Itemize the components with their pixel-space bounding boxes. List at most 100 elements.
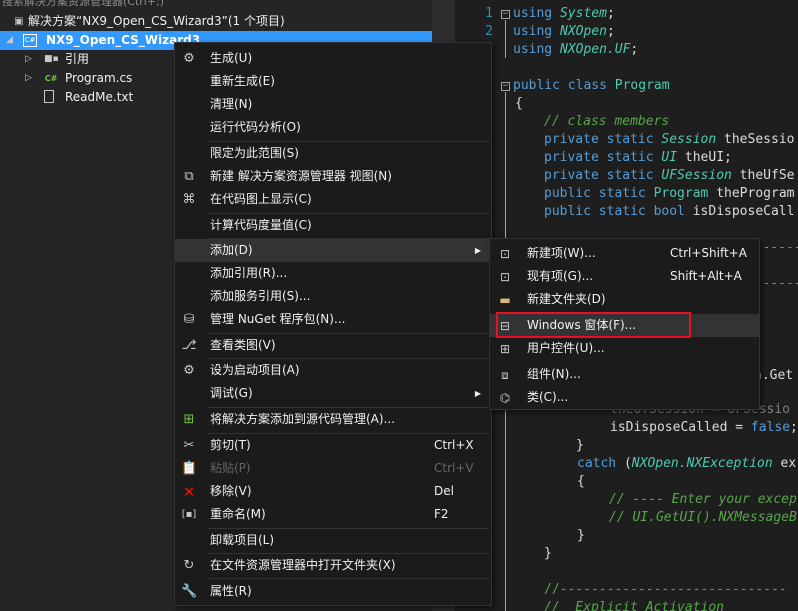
- menu-item-properties[interactable]: 🔧 属性(R): [175, 580, 491, 603]
- submenu-item-label: 现有项(G)...: [527, 269, 594, 283]
- rename-icon: [▪]: [181, 509, 197, 520]
- menu-item-manage-nuget[interactable]: ⛁ 管理 NuGet 程序包(N)...: [175, 308, 491, 331]
- code-line-comment: // Explicit Activation: [544, 600, 725, 611]
- cut-icon: ✂: [183, 438, 195, 453]
- menu-item-add-to-source-control[interactable]: ⊞ 将解决方案添加到源代码管理(A)...: [175, 408, 491, 431]
- menu-item-remove[interactable]: ✕ 移除(V) Del: [175, 480, 491, 503]
- fold-toggle-icon[interactable]: −: [501, 10, 510, 19]
- menu-item-label: 调试(G): [210, 386, 253, 400]
- menu-item-label: 计算代码度量值(C): [210, 218, 312, 232]
- tree-solution-row[interactable]: ▣ 解决方案“NX9_Open_CS_Wizard3”(1 个项目): [0, 12, 432, 31]
- menu-item-add[interactable]: 添加(D) ▶: [175, 239, 491, 262]
- menu-item-label: 查看类图(V): [210, 338, 276, 352]
- highlight-box: [496, 312, 691, 338]
- tree-item-label: 引用: [65, 52, 90, 66]
- code-line-2: using NXOpen;: [513, 24, 615, 39]
- menu-item-debug[interactable]: 调试(G) ▶: [175, 382, 491, 405]
- menu-item-paste[interactable]: 📋 粘贴(P) Ctrl+V: [175, 457, 491, 480]
- code-line-comment: // UI.GetUI().NXMessageB: [609, 510, 797, 525]
- menu-item-add-reference[interactable]: 添加引用(R)...: [175, 262, 491, 285]
- submenu-item-label: 类(C)...: [527, 390, 569, 404]
- tree-item-program-cs[interactable]: ▷ C# Program.cs: [0, 69, 174, 88]
- menu-item-unload-project[interactable]: 卸载项目(L): [175, 529, 491, 552]
- menu-item-new-view[interactable]: ⧉ 新建 解决方案资源管理器 视图(N): [175, 165, 491, 188]
- menu-item-clean[interactable]: 清理(N): [175, 93, 491, 116]
- code-line-3: using NXOpen.UF;: [513, 42, 639, 57]
- menu-item-label: 添加引用(R)...: [210, 266, 288, 280]
- code-line-dispose: isDisposeCalled = false;: [610, 420, 798, 435]
- nuget-icon: ⛁: [183, 312, 195, 327]
- build-icon: ⚙: [183, 51, 195, 66]
- menu-item-scope-to-this[interactable]: 限定为此范围(S): [175, 142, 491, 165]
- code-line-1: using System;: [513, 6, 615, 21]
- solution-label: 解决方案“NX9_Open_CS_Wizard3”(1 个项目): [28, 14, 285, 28]
- code-line-brace: {: [577, 474, 585, 489]
- menu-item-view-class-diagram[interactable]: ⎇ 查看类图(V): [175, 334, 491, 357]
- code-line-class: public class Program: [513, 78, 670, 93]
- submenu-item-shortcut: Ctrl+Shift+A: [670, 246, 747, 260]
- menu-item-label: 重命名(M): [210, 507, 266, 521]
- menu-item-label: 运行代码分析(O): [210, 120, 301, 134]
- submenu-item-class[interactable]: ⌬ 类(C)...: [490, 386, 759, 409]
- code-line-member: private static Session theSessio: [544, 132, 795, 147]
- line-number: 2: [485, 24, 493, 39]
- submenu-arrow-icon: ▶: [474, 389, 481, 398]
- expanded-arrow-icon[interactable]: ◢: [6, 31, 13, 50]
- submenu-item-new-item[interactable]: ⊡ 新建项(W)... Ctrl+Shift+A: [490, 242, 759, 265]
- menu-item-label: 新建 解决方案资源管理器 视图(N): [210, 169, 392, 183]
- menu-item-build[interactable]: ⚙ 生成(U): [175, 47, 491, 70]
- context-menu: ⚙ 生成(U) 重新生成(E) 清理(N) 运行代码分析(O) 限定为此范围(S…: [174, 42, 492, 606]
- search-box-partial[interactable]: 搜索解决方案资源管理器(Ctrl+;): [0, 0, 432, 10]
- menu-item-label: 剪切(T): [210, 438, 251, 452]
- component-icon: ⧈: [501, 368, 509, 382]
- menu-item-set-startup[interactable]: ⚙ 设为启动项目(A): [175, 359, 491, 382]
- fold-guide: [505, 20, 506, 58]
- tree-item-label: Program.cs: [65, 71, 133, 85]
- gear-icon: ⚙: [183, 363, 195, 378]
- menu-item-label: 属性(R): [210, 584, 252, 598]
- new-folder-icon: ▬: [499, 293, 511, 307]
- menu-item-label: 添加(D): [210, 243, 253, 257]
- menu-item-label: 将解决方案添加到源代码管理(A)...: [210, 412, 396, 426]
- menu-item-label: 粘贴(P): [210, 461, 251, 475]
- submenu-item-new-folder[interactable]: ▬ 新建文件夹(D): [490, 288, 759, 311]
- menu-item-open-in-explorer[interactable]: ↻ 在文件资源管理器中打开文件夹(X): [175, 554, 491, 577]
- menu-item-show-on-code-map[interactable]: ⌘ 在代码图上显示(C): [175, 188, 491, 211]
- collapsed-arrow-icon[interactable]: ▷: [25, 69, 32, 88]
- menu-item-label: 管理 NuGet 程序包(N)...: [210, 312, 346, 326]
- menu-item-shortcut: F2: [434, 507, 449, 521]
- menu-item-rename[interactable]: [▪] 重命名(M) F2: [175, 503, 491, 526]
- class-diagram-icon: ⎇: [181, 338, 197, 353]
- menu-item-shortcut: Del: [434, 484, 454, 498]
- wrench-icon: 🔧: [181, 584, 198, 599]
- source-control-icon: ⊞: [183, 412, 195, 427]
- menu-item-run-code-analysis[interactable]: 运行代码分析(O): [175, 116, 491, 139]
- menu-item-label: 重新生成(E): [210, 74, 275, 88]
- submenu-item-user-control[interactable]: ⊞ 用户控件(U)...: [490, 337, 759, 360]
- code-line-comment: // ---- Enter your excep: [609, 492, 797, 507]
- new-view-icon: ⧉: [184, 169, 194, 184]
- fold-toggle-icon[interactable]: −: [501, 82, 510, 91]
- tree-item-readme[interactable]: ReadMe.txt: [0, 88, 174, 107]
- menu-item-add-service-reference[interactable]: 添加服务引用(S)...: [175, 285, 491, 308]
- menu-item-code-metrics[interactable]: 计算代码度量值(C): [175, 214, 491, 237]
- menu-item-label: 限定为此范围(S): [210, 146, 299, 160]
- submenu-item-component[interactable]: ⧈ 组件(N)...: [490, 363, 759, 386]
- tree-item-references[interactable]: ▷ ■▪ 引用: [0, 50, 174, 69]
- solution-icon: ▣: [14, 16, 24, 27]
- collapsed-arrow-icon[interactable]: ▷: [25, 50, 32, 69]
- line-number: 1: [485, 6, 493, 21]
- submenu-arrow-icon: ▶: [474, 246, 481, 255]
- menu-item-label: 生成(U): [210, 51, 253, 65]
- menu-item-rebuild[interactable]: 重新生成(E): [175, 70, 491, 93]
- references-icon: ■▪: [44, 54, 59, 64]
- submenu-item-label: 组件(N)...: [527, 367, 581, 381]
- code-line-member: private static UI theUI;: [544, 150, 732, 165]
- menu-item-cut[interactable]: ✂ 剪切(T) Ctrl+X: [175, 434, 491, 457]
- code-line-member: private static UFSession theUfSe: [544, 168, 795, 183]
- tree-item-label: ReadMe.txt: [65, 90, 134, 104]
- submenu-item-existing-item[interactable]: ⊡ 现有项(G)... Shift+Alt+A: [490, 265, 759, 288]
- code-line-brace: }: [576, 438, 584, 453]
- menu-item-label: 清理(N): [210, 97, 253, 111]
- menu-item-label: 在代码图上显示(C): [210, 192, 312, 206]
